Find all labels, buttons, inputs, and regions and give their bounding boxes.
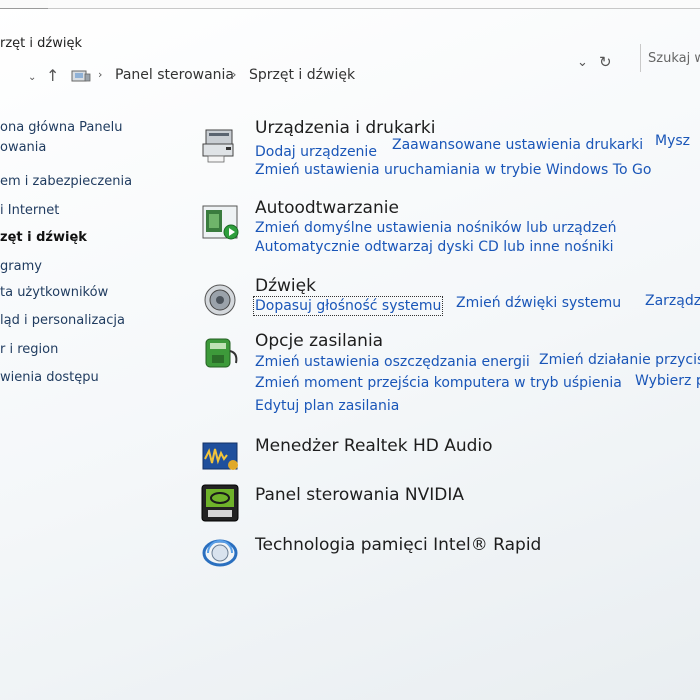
link-choose-power-plan[interactable]: Wybierz p <box>635 373 700 389</box>
category-title-intel-rapid[interactable]: Technologia pamięci Intel® Rapid <box>255 535 541 555</box>
title-bar-tab[interactable] <box>0 0 49 9</box>
link-adjust-system-volume[interactable]: Dopasuj głośność systemu <box>252 296 444 316</box>
control-panel-window: rzęt i dźwięk ⌄ ↑ › Panel sterowania › S… <box>0 0 700 700</box>
link-change-power-button-behavior[interactable]: Zmień działanie przycis <box>539 352 700 368</box>
control-panel-icon <box>71 70 91 82</box>
search-placeholder: Szukaj w <box>648 51 700 66</box>
sidebar-item-hardware-sound[interactable]: zęt i dźwięk <box>0 230 87 245</box>
recent-locations-chevron-icon[interactable]: ⌄ <box>28 72 36 83</box>
sidebar-item-system-security[interactable]: em i zabezpieczenia <box>0 174 132 189</box>
link-edit-power-plan[interactable]: Edytuj plan zasilania <box>255 398 399 414</box>
breadcrumb-sprzet-i-dzwiek[interactable]: Sprzęt i dźwięk <box>249 67 355 83</box>
realtek-audio-icon[interactable] <box>200 437 240 477</box>
sidebar-item-control-panel-home[interactable]: ona główna Panelu <box>0 120 122 135</box>
devices-printers-icon[interactable] <box>200 126 240 166</box>
breadcrumb-separator-icon: › <box>232 68 237 81</box>
category-title-autoplay[interactable]: Autoodtwarzanie <box>255 198 399 218</box>
autoplay-icon[interactable] <box>200 203 240 243</box>
sidebar-item-user-accounts[interactable]: ta użytkowników <box>0 285 108 300</box>
link-advanced-printer-settings[interactable]: Zaawansowane ustawienia drukarki <box>392 137 643 153</box>
sidebar-item-control-panel-home-cont[interactable]: owania <box>0 140 46 155</box>
sidebar-item-programs[interactable]: gramy <box>0 259 42 274</box>
search-input[interactable]: Szukaj w <box>640 44 700 72</box>
intel-rapid-storage-icon[interactable] <box>200 533 240 573</box>
category-title-power-options[interactable]: Opcje zasilania <box>255 331 383 351</box>
speaker-icon[interactable] <box>200 280 240 320</box>
link-change-sleep-time[interactable]: Zmień moment przejścia komputera w tryb … <box>255 375 622 391</box>
link-change-system-sounds[interactable]: Zmień dźwięki systemu <box>456 295 621 311</box>
category-title-devices-printers[interactable]: Urządzenia i drukarki <box>255 118 435 138</box>
window-title: rzęt i dźwięk <box>0 36 82 51</box>
sidebar-item-appearance[interactable]: ląd i personalizacja <box>0 313 125 328</box>
sidebar-item-clock-region[interactable]: r i region <box>0 342 58 357</box>
link-add-device[interactable]: Dodaj urządzenie <box>255 144 377 160</box>
link-windows-to-go[interactable]: Zmień ustawienia uruchamiania w trybie W… <box>255 162 651 178</box>
link-change-power-saving-settings[interactable]: Zmień ustawienia oszczędzania energii <box>255 354 530 370</box>
category-title-realtek[interactable]: Menedżer Realtek HD Audio <box>255 436 493 456</box>
address-bar: ⌄ ↑ › Panel sterowania › Sprzęt i dźwięk <box>0 60 700 90</box>
link-mouse[interactable]: Mysz <box>655 133 690 149</box>
title-bar <box>48 0 700 9</box>
refresh-icon[interactable]: ↻ <box>599 53 612 71</box>
link-manage-audio-devices[interactable]: Zarządza <box>645 293 700 309</box>
power-options-icon[interactable] <box>200 333 240 373</box>
breadcrumb-separator-icon: › <box>98 68 103 81</box>
category-title-sound[interactable]: Dźwięk <box>255 276 316 296</box>
link-change-default-media-settings[interactable]: Zmień domyślne ustawienia nośników lub u… <box>255 220 616 236</box>
sidebar-item-ease-of-access[interactable]: wienia dostępu <box>0 370 99 385</box>
link-autoplay-cds[interactable]: Automatycznie odtwarzaj dyski CD lub inn… <box>255 239 614 255</box>
sidebar-item-network-internet[interactable]: i Internet <box>0 203 59 218</box>
category-title-nvidia[interactable]: Panel sterowania NVIDIA <box>255 485 464 505</box>
breadcrumb-panel-sterowania[interactable]: Panel sterowania <box>115 67 234 83</box>
address-dropdown-chevron-icon[interactable]: ⌄ <box>577 55 588 70</box>
nvidia-icon[interactable] <box>200 483 240 523</box>
up-arrow-icon[interactable]: ↑ <box>46 66 59 85</box>
